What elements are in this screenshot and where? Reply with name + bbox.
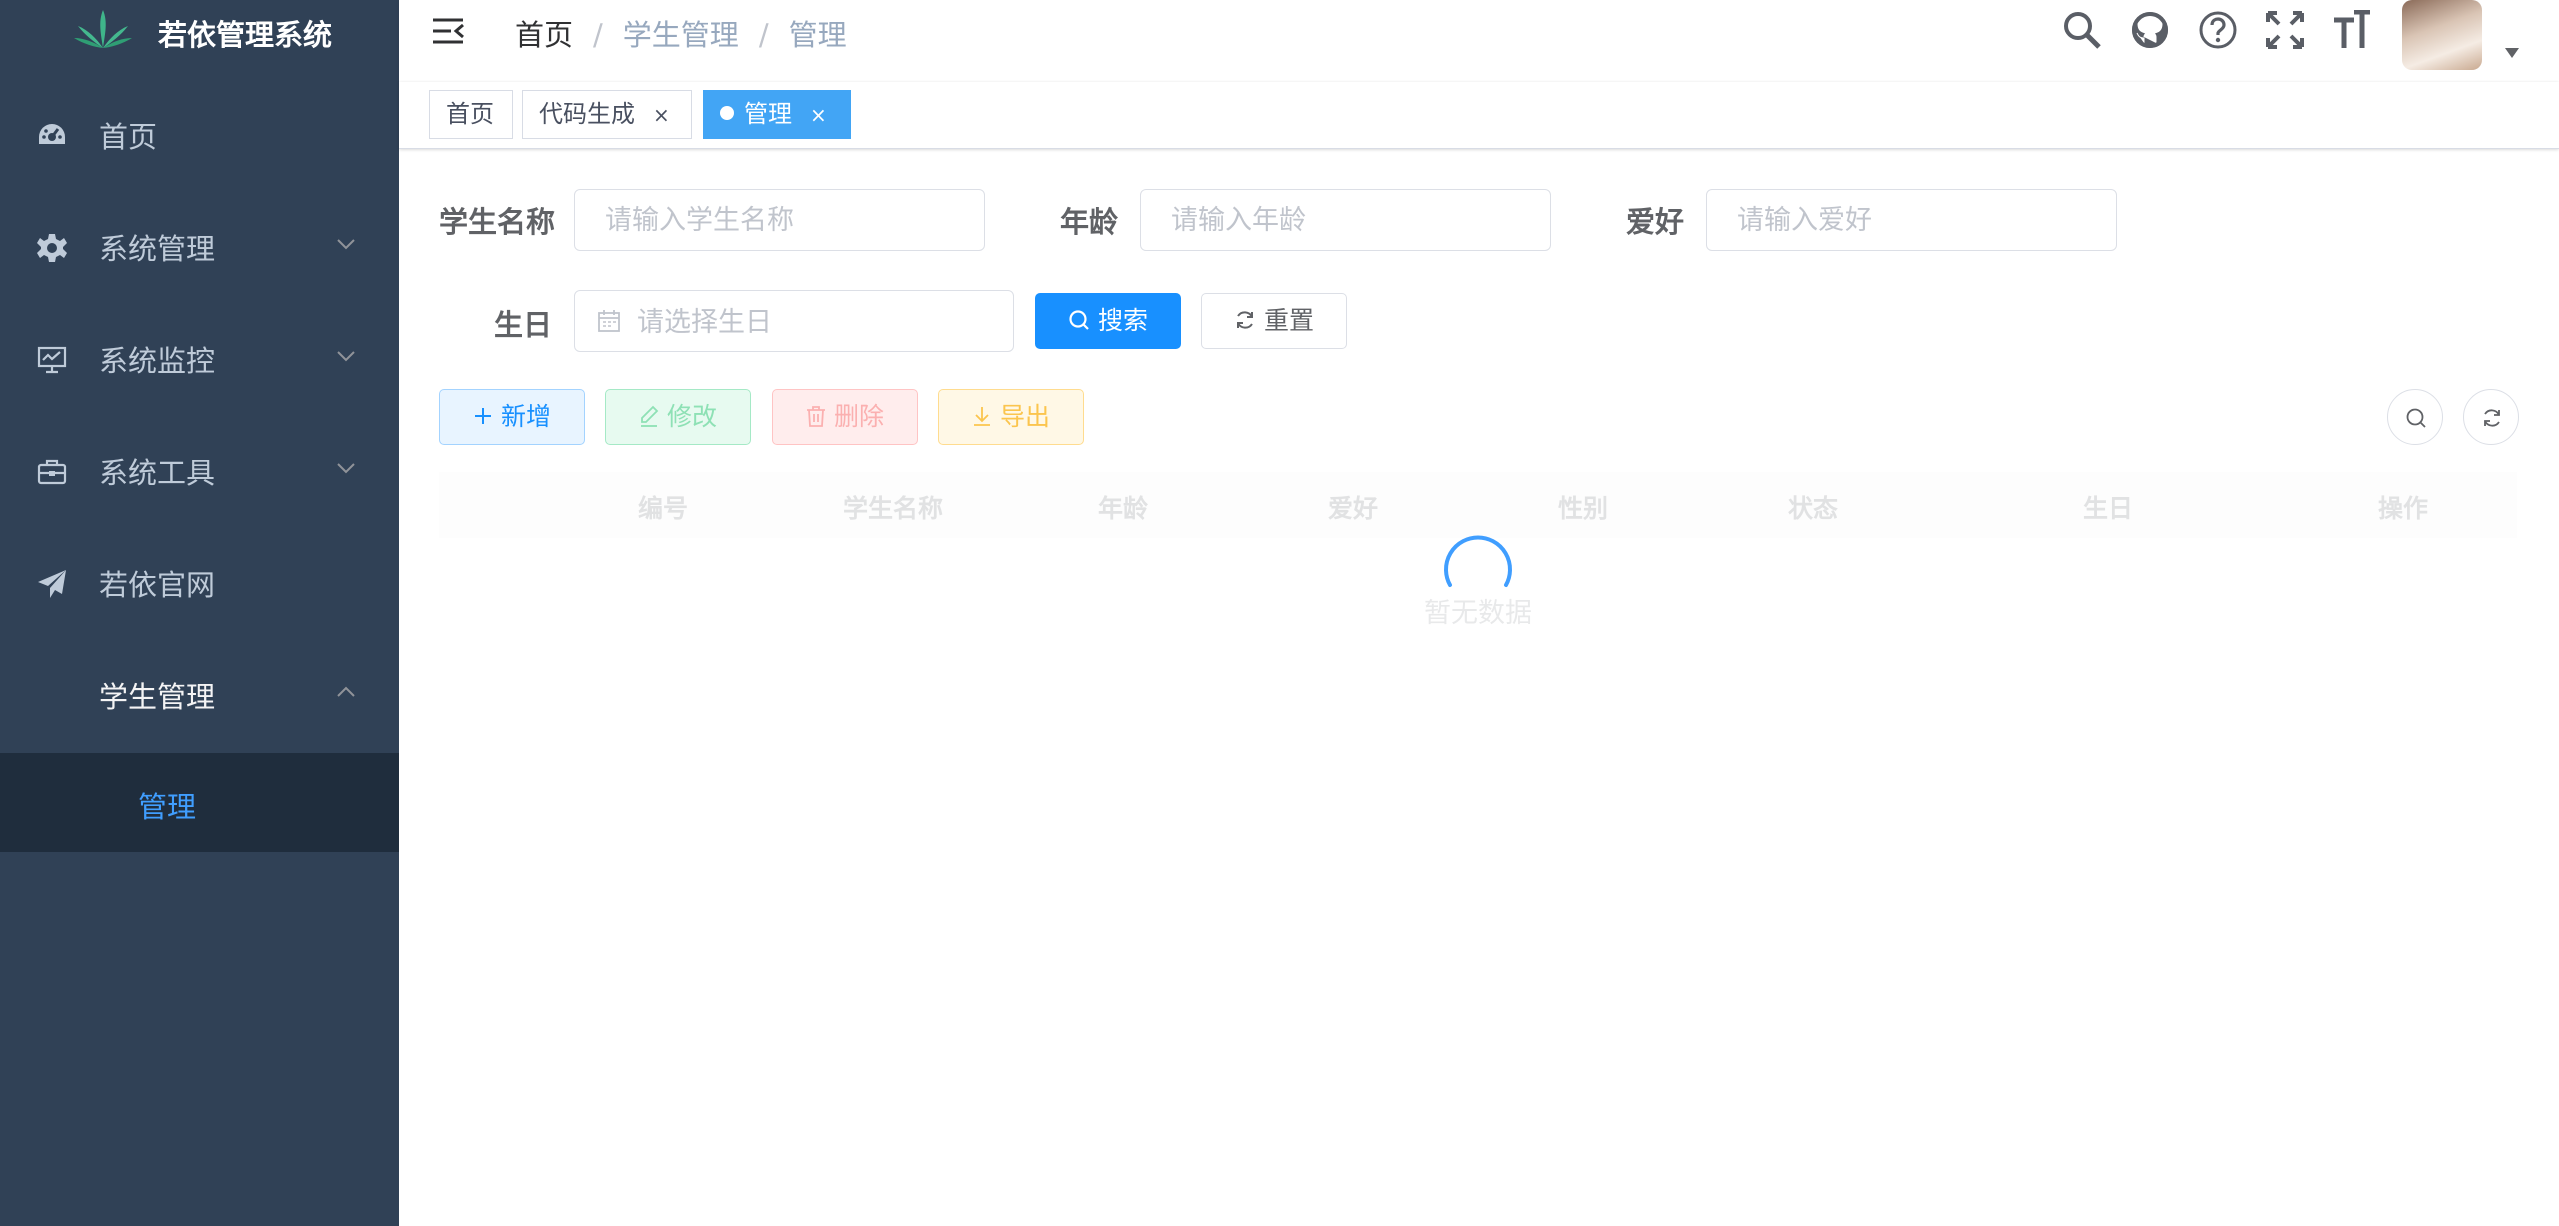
column-header-age: 年龄 — [1097, 494, 1149, 523]
edit-icon — [640, 405, 659, 427]
sidebar-item-label: 首页 — [99, 120, 158, 154]
breadcrumb-current: 管理 — [788, 18, 847, 52]
sidebar-subitem-manage[interactable]: 管理 — [0, 753, 399, 852]
sidebar-item-label: 学生管理 — [99, 680, 216, 714]
app-title: 若依管理系统 — [158, 18, 333, 52]
chevron-down-icon — [337, 463, 355, 474]
column-header-birthday: 生日 — [2082, 494, 2134, 523]
logo[interactable]: 若依管理系统 — [0, 0, 399, 60]
column-header-id: 编号 — [637, 494, 689, 523]
trash-icon — [806, 406, 825, 427]
edit-button[interactable]: 修改 — [605, 389, 751, 445]
edit-button-label: 修改 — [666, 402, 717, 431]
chevron-up-icon — [337, 686, 355, 697]
github-icon[interactable] — [2130, 10, 2170, 50]
close-icon[interactable]: × — [653, 103, 670, 127]
birthday-input[interactable] — [635, 299, 999, 345]
sidebar: 若依管理系统 首页 系统管理 系统监控 系统工具 若依官网 学生管理 管理 — [0, 0, 399, 1226]
hobby-input[interactable] — [1706, 189, 2117, 251]
dashboard-icon — [39, 124, 65, 144]
tag-manage[interactable]: 管理 × — [703, 90, 851, 139]
sidebar-item-label: 系统工具 — [99, 456, 216, 490]
close-icon[interactable]: × — [810, 103, 827, 127]
tag-label: 管理 — [744, 100, 792, 128]
breadcrumb-separator: / — [758, 18, 769, 52]
toggle-search-button[interactable] — [2387, 389, 2443, 445]
birthday-date-picker[interactable] — [574, 290, 1014, 352]
breadcrumb-home[interactable]: 首页 — [515, 12, 573, 54]
chevron-down-icon — [337, 239, 355, 250]
refresh-table-button[interactable] — [2463, 389, 2519, 445]
loading-spinner-icon — [1444, 535, 1512, 587]
delete-button-label: 删除 — [833, 402, 884, 431]
hobby-label: 爱好 — [1626, 205, 1685, 239]
breadcrumb: 首页 / 学生管理 / 管理 — [515, 12, 847, 54]
export-button[interactable]: 导出 — [938, 389, 1084, 445]
age-label: 年龄 — [1060, 205, 1119, 239]
student-name-label: 学生名称 — [439, 205, 556, 239]
gear-icon — [37, 234, 67, 262]
refresh-icon — [1236, 311, 1253, 329]
sidebar-item-system-management[interactable]: 系统管理 — [0, 192, 399, 304]
calendar-icon — [598, 310, 620, 332]
add-button-label: 新增 — [500, 402, 551, 431]
column-header-gender: 性别 — [1557, 494, 1609, 523]
tag-home[interactable]: 首页 — [429, 90, 513, 139]
search-button-label: 搜索 — [1097, 306, 1148, 335]
export-button-label: 导出 — [999, 402, 1050, 431]
student-name-input[interactable] — [574, 189, 985, 251]
sidebar-item-home[interactable]: 首页 — [0, 80, 399, 192]
toolbox-icon — [37, 459, 67, 485]
column-header-status: 状态 — [1787, 494, 1839, 523]
sidebar-item-student-management[interactable]: 学生管理 — [0, 640, 399, 752]
paper-plane-icon — [38, 570, 66, 598]
search-button[interactable]: 搜索 — [1035, 293, 1181, 349]
reset-button-label: 重置 — [1263, 306, 1314, 335]
sidebar-item-label: 若依官网 — [99, 568, 216, 602]
hamburger-icon[interactable] — [431, 14, 465, 48]
tag-label: 首页 — [446, 100, 494, 128]
sidebar-item-label: 系统监控 — [99, 344, 216, 378]
tag-label: 代码生成 — [539, 100, 635, 128]
monitor-icon — [37, 346, 67, 374]
tags-view: 首页 代码生成 × 管理 × — [399, 82, 2559, 149]
breadcrumb-separator: / — [593, 18, 603, 52]
sidebar-item-system-tools[interactable]: 系统工具 — [0, 416, 399, 528]
breadcrumb-student-management: 学生管理 — [622, 18, 739, 52]
chevron-down-icon — [337, 351, 355, 362]
help-icon[interactable] — [2198, 10, 2238, 50]
font-size-icon[interactable] — [2332, 10, 2372, 50]
search-icon — [2406, 408, 2426, 428]
logo-icon — [74, 10, 132, 48]
sidebar-subitem-label: 管理 — [138, 790, 197, 824]
tag-code-generation[interactable]: 代码生成 × — [522, 90, 692, 139]
sidebar-item-label: 系统管理 — [99, 232, 216, 266]
sidebar-item-official-site[interactable]: 若依官网 — [0, 528, 399, 640]
age-input[interactable] — [1140, 189, 1551, 251]
birthday-label: 生日 — [494, 308, 553, 342]
column-header-student-name: 学生名称 — [842, 494, 944, 523]
add-button[interactable]: 新增 — [439, 389, 585, 445]
column-header-hobby: 爱好 — [1327, 494, 1379, 523]
search-icon[interactable] — [2062, 10, 2102, 50]
delete-button[interactable]: 删除 — [772, 389, 918, 445]
plus-icon — [474, 408, 491, 424]
caret-down-icon[interactable] — [2505, 48, 2519, 58]
active-dot-icon — [720, 106, 734, 120]
avatar[interactable] — [2402, 0, 2482, 70]
sidebar-item-system-monitor[interactable]: 系统监控 — [0, 304, 399, 416]
reset-button[interactable]: 重置 — [1201, 293, 1347, 349]
refresh-icon — [2484, 409, 2500, 427]
column-header-actions: 操作 — [2377, 494, 2429, 523]
download-icon — [973, 407, 990, 426]
fullscreen-icon[interactable] — [2265, 10, 2305, 50]
search-icon — [1069, 310, 1089, 330]
navbar: 首页 / 学生管理 / 管理 — [399, 0, 2559, 82]
